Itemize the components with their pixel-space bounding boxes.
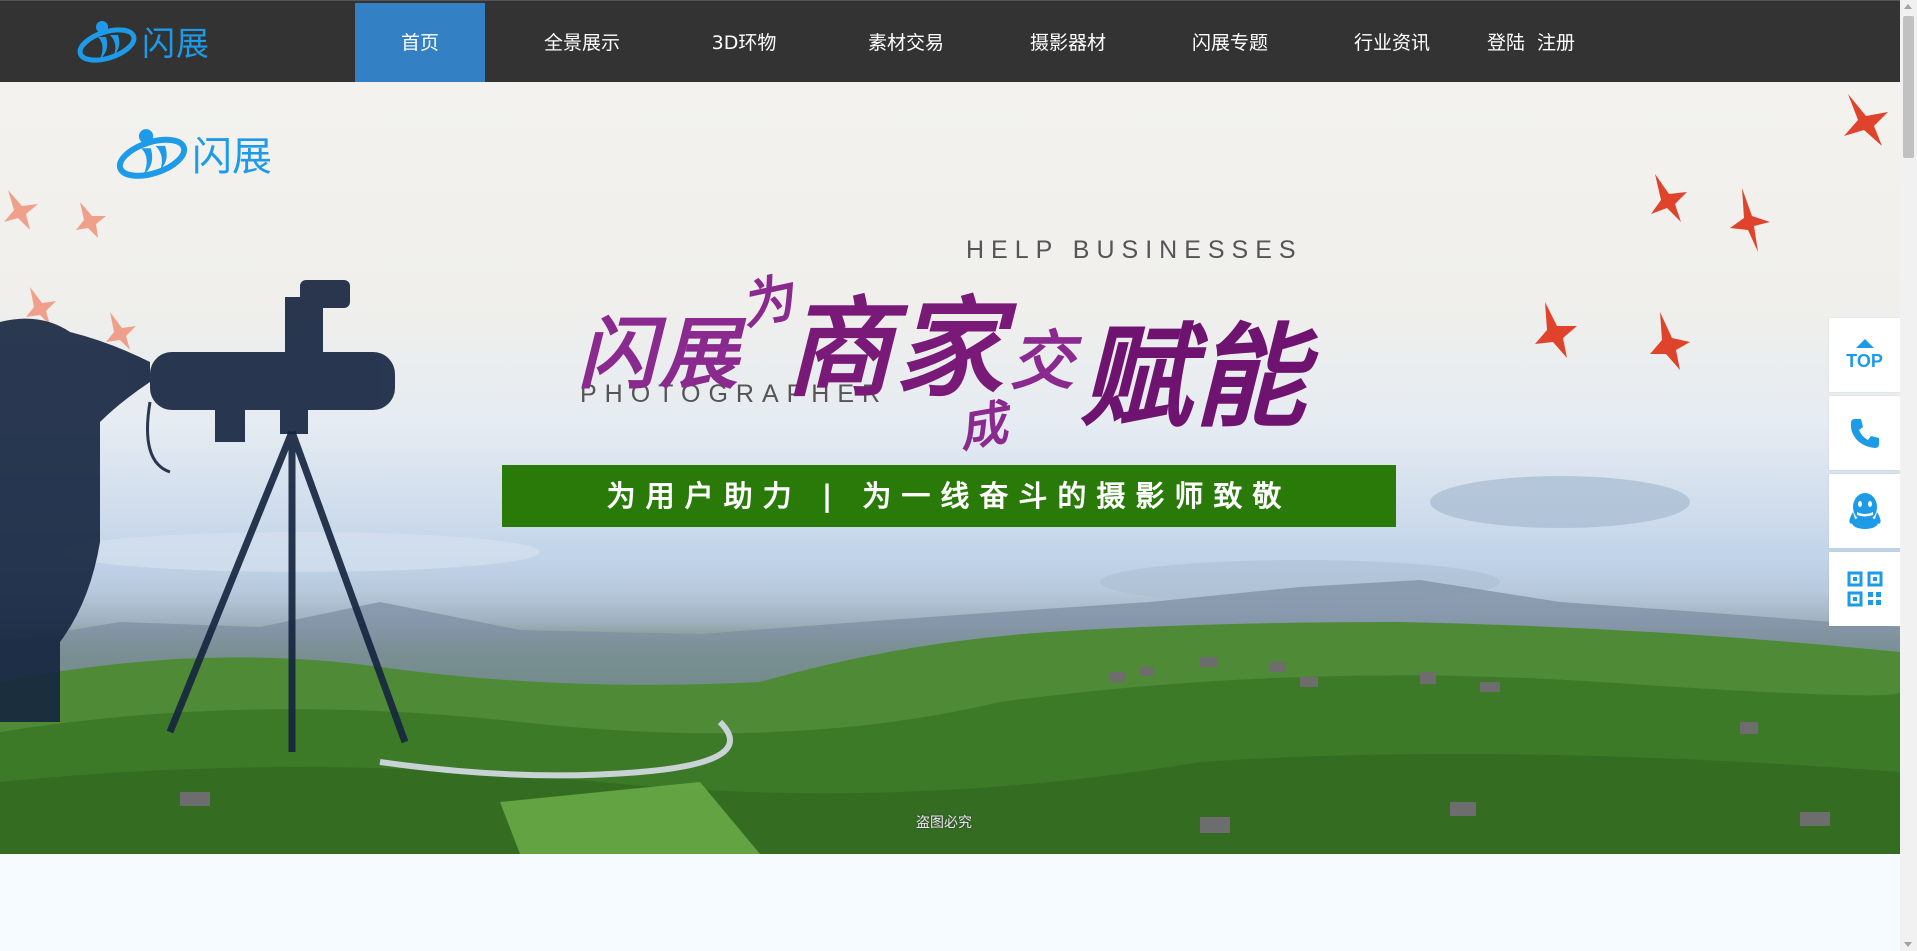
vertical-scrollbar[interactable]	[1900, 0, 1917, 951]
nav-3d-object[interactable]: 3D环物	[679, 3, 809, 83]
qrcode-icon	[1847, 571, 1882, 607]
arrow-up-icon	[1855, 338, 1874, 348]
phone-icon	[1850, 419, 1879, 448]
nav-topics[interactable]: 闪展专题	[1165, 3, 1295, 83]
banner-english-line-1: HELP BUSINESSES	[966, 236, 1303, 264]
floating-sidebar: TOP	[1829, 318, 1900, 630]
login-link[interactable]: 登陆	[1487, 32, 1525, 54]
qq-icon	[1848, 493, 1881, 529]
headline-part-6: 赋能	[1080, 312, 1308, 443]
banner-slogan: 为用户助力 | 为一线奋斗的摄影师致敬	[502, 465, 1396, 527]
headline-part-5: 交	[1010, 324, 1074, 399]
top-navigation-bar: 闪展 首页 全景展示 3D环物 素材交易 摄影器材 闪展专题 行业资讯 登陆 注册	[0, 0, 1900, 83]
hero-banner[interactable]: 闪展 HELP BUSINESSES PHOTOGRAPHER 闪展 为 商家 …	[0, 82, 1900, 854]
nav-material-trade[interactable]: 素材交易	[841, 3, 971, 83]
banner-logo-text: 闪展	[192, 134, 272, 180]
qrcode-button[interactable]	[1829, 552, 1900, 626]
nav-home[interactable]: 首页	[355, 3, 485, 83]
nav-panorama[interactable]: 全景展示	[517, 3, 647, 83]
banner-watermark: 盗图必究	[916, 815, 972, 831]
nav-photo-equipment[interactable]: 摄影器材	[1003, 3, 1133, 83]
nav-industry-news[interactable]: 行业资讯	[1327, 3, 1457, 83]
scroll-down-arrow-icon[interactable]	[1904, 942, 1912, 947]
scroll-up-arrow-icon[interactable]	[1904, 4, 1912, 9]
top-label: TOP	[1846, 350, 1883, 371]
logo-mark-icon	[77, 21, 137, 63]
logo-mark-icon	[116, 129, 188, 179]
site-logo[interactable]: 闪展	[76, 15, 210, 67]
phone-button[interactable]	[1829, 396, 1900, 470]
logo-text: 闪展	[142, 24, 210, 63]
headline-part-1: 闪展	[578, 309, 743, 400]
register-link[interactable]: 注册	[1537, 32, 1575, 54]
back-to-top-button[interactable]: TOP	[1829, 318, 1900, 392]
scrollbar-thumb[interactable]	[1903, 16, 1914, 158]
qq-button[interactable]	[1829, 474, 1900, 548]
banner-logo: 闪展	[114, 122, 272, 184]
auth-links: 登陆 注册	[1487, 3, 1587, 83]
